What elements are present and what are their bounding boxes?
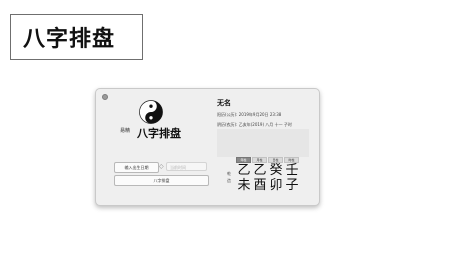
branch-day: 卯 (269, 178, 283, 193)
app-window: 易精 八字排盘 输入出生日期 ◇ 当前时间 八字排盘 无名 阳历(公历): 20… (95, 88, 320, 206)
gender-label: 乾造 (227, 171, 231, 183)
stem-year: 乙 (237, 163, 251, 178)
input-birth-date-button[interactable]: 输入出生日期 (114, 162, 159, 173)
stepper-icon[interactable]: ◇ (159, 162, 164, 171)
bazi-chart-button[interactable]: 八字排盘 (114, 175, 209, 186)
blurred-content (217, 129, 309, 157)
solar-date-line: 阳历(公历): 2019年9月20日 23:38 (217, 112, 282, 117)
yin-yang-icon (139, 100, 163, 124)
close-icon[interactable] (102, 94, 108, 100)
app-name: 八字排盘 (137, 127, 181, 140)
branch-hour: 子 (285, 178, 299, 193)
lunar-date-line: 阴历(农历): 乙亥年(2019) 八月 十一 子时 (217, 122, 292, 127)
stem-day: 癸 (269, 163, 283, 178)
person-name: 无名 (217, 99, 231, 107)
branch-year: 未 (237, 178, 251, 193)
current-time-field[interactable]: 当前时间 (166, 162, 207, 171)
stem-month: 乙 (253, 163, 267, 178)
branch-month: 酉 (253, 178, 267, 193)
stem-hour: 壬 (285, 163, 299, 178)
earthly-branches-row: 未 酉 卯 子 (236, 178, 300, 193)
logo-label: 易精 (120, 128, 131, 134)
slide-title: 八字排盘 (10, 14, 143, 60)
heavenly-stems-row: 乙 乙 癸 壬 (236, 163, 300, 178)
